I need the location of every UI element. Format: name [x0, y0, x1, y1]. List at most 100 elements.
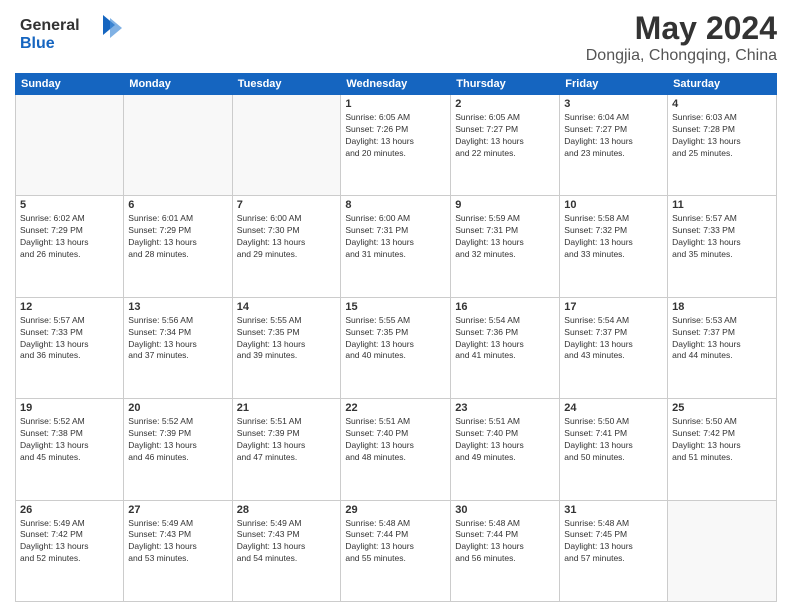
svg-text:Blue: Blue [20, 35, 55, 52]
table-cell: 15 Sunrise: 5:55 AM Sunset: 7:35 PM Dayli… [341, 297, 451, 398]
table-cell: 4 Sunrise: 6:03 AM Sunset: 7:28 PM Daylig… [668, 95, 777, 196]
day-number: 14 [237, 301, 337, 313]
table-cell: 2 Sunrise: 6:05 AM Sunset: 7:27 PM Daylig… [451, 95, 560, 196]
day-info: Sunrise: 5:56 AM Sunset: 7:34 PM Dayligh… [128, 315, 227, 363]
day-info: Sunrise: 5:51 AM Sunset: 7:40 PM Dayligh… [345, 416, 446, 464]
col-saturday: Saturday [668, 74, 777, 95]
table-cell: 17 Sunrise: 5:54 AM Sunset: 7:37 PM Dayli… [560, 297, 668, 398]
week-row-3: 12 Sunrise: 5:57 AM Sunset: 7:33 PM Dayli… [16, 297, 777, 398]
logo-svg: General Blue [15, 10, 125, 55]
day-info: Sunrise: 5:53 AM Sunset: 7:37 PM Dayligh… [672, 315, 772, 363]
day-number: 31 [564, 504, 663, 516]
day-number: 21 [237, 402, 337, 414]
day-number: 23 [455, 402, 555, 414]
week-row-2: 5 Sunrise: 6:02 AM Sunset: 7:29 PM Daylig… [16, 196, 777, 297]
table-cell: 19 Sunrise: 5:52 AM Sunset: 7:38 PM Dayli… [16, 399, 124, 500]
day-number: 25 [672, 402, 772, 414]
day-info: Sunrise: 6:03 AM Sunset: 7:28 PM Dayligh… [672, 112, 772, 160]
day-number: 20 [128, 402, 227, 414]
col-friday: Friday [560, 74, 668, 95]
day-info: Sunrise: 6:00 AM Sunset: 7:31 PM Dayligh… [345, 213, 446, 261]
day-info: Sunrise: 5:51 AM Sunset: 7:39 PM Dayligh… [237, 416, 337, 464]
day-number: 27 [128, 504, 227, 516]
table-cell: 23 Sunrise: 5:51 AM Sunset: 7:40 PM Dayli… [451, 399, 560, 500]
day-info: Sunrise: 5:51 AM Sunset: 7:40 PM Dayligh… [455, 416, 555, 464]
table-cell: 5 Sunrise: 6:02 AM Sunset: 7:29 PM Daylig… [16, 196, 124, 297]
calendar-table: Sunday Monday Tuesday Wednesday Thursday… [15, 73, 777, 602]
main-title: May 2024 [586, 10, 777, 47]
day-info: Sunrise: 5:59 AM Sunset: 7:31 PM Dayligh… [455, 213, 555, 261]
sub-title: Dongjia, Chongqing, China [586, 47, 777, 65]
day-info: Sunrise: 5:52 AM Sunset: 7:39 PM Dayligh… [128, 416, 227, 464]
day-info: Sunrise: 5:50 AM Sunset: 7:41 PM Dayligh… [564, 416, 663, 464]
day-number: 13 [128, 301, 227, 313]
day-number: 29 [345, 504, 446, 516]
table-cell: 29Sunrise: 5:48 AM Sunset: 7:44 PM Dayli… [341, 500, 451, 601]
week-row-1: 1Sunrise: 6:05 AM Sunset: 7:26 PM Daylig… [16, 95, 777, 196]
day-info: Sunrise: 6:00 AM Sunset: 7:30 PM Dayligh… [237, 213, 337, 261]
day-info: Sunrise: 5:52 AM Sunset: 7:38 PM Dayligh… [20, 416, 119, 464]
table-cell: 18 Sunrise: 5:53 AM Sunset: 7:37 PM Dayli… [668, 297, 777, 398]
day-info: Sunrise: 5:54 AM Sunset: 7:37 PM Dayligh… [564, 315, 663, 363]
day-number: 4 [672, 98, 772, 110]
day-number: 12 [20, 301, 119, 313]
day-info: Sunrise: 5:50 AM Sunset: 7:42 PM Dayligh… [672, 416, 772, 464]
week-row-5: 26Sunrise: 5:49 AM Sunset: 7:42 PM Dayli… [16, 500, 777, 601]
table-cell: 3Sunrise: 6:04 AM Sunset: 7:27 PM Daylig… [560, 95, 668, 196]
table-cell [668, 500, 777, 601]
day-info: Sunrise: 5:57 AM Sunset: 7:33 PM Dayligh… [20, 315, 119, 363]
table-cell: 31 Sunrise: 5:48 AM Sunset: 7:45 PM Dayli… [560, 500, 668, 601]
title-block: May 2024 Dongjia, Chongqing, China [586, 10, 777, 65]
col-wednesday: Wednesday [341, 74, 451, 95]
day-info: Sunrise: 5:49 AM Sunset: 7:43 PM Dayligh… [128, 518, 227, 566]
day-info: Sunrise: 5:55 AM Sunset: 7:35 PM Dayligh… [345, 315, 446, 363]
table-cell [16, 95, 124, 196]
day-info: Sunrise: 5:48 AM Sunset: 7:44 PM Dayligh… [455, 518, 555, 566]
col-monday: Monday [124, 74, 232, 95]
table-cell: 21 Sunrise: 5:51 AM Sunset: 7:39 PM Dayli… [232, 399, 341, 500]
table-cell: 30Sunrise: 5:48 AM Sunset: 7:44 PM Dayli… [451, 500, 560, 601]
col-thursday: Thursday [451, 74, 560, 95]
day-number: 16 [455, 301, 555, 313]
day-info: Sunrise: 5:48 AM Sunset: 7:45 PM Dayligh… [564, 518, 663, 566]
day-number: 11 [672, 199, 772, 211]
table-cell: 16 Sunrise: 5:54 AM Sunset: 7:36 PM Dayli… [451, 297, 560, 398]
table-cell: 27 Sunrise: 5:49 AM Sunset: 7:43 PM Dayli… [124, 500, 232, 601]
day-info: Sunrise: 6:01 AM Sunset: 7:29 PM Dayligh… [128, 213, 227, 261]
day-number: 18 [672, 301, 772, 313]
logo: General Blue [15, 10, 125, 60]
day-number: 10 [564, 199, 663, 211]
day-info: Sunrise: 6:05 AM Sunset: 7:27 PM Dayligh… [455, 112, 555, 160]
table-cell: 26Sunrise: 5:49 AM Sunset: 7:42 PM Dayli… [16, 500, 124, 601]
day-number: 7 [237, 199, 337, 211]
table-cell: 9 Sunrise: 5:59 AM Sunset: 7:31 PM Daylig… [451, 196, 560, 297]
table-cell: 12 Sunrise: 5:57 AM Sunset: 7:33 PM Dayli… [16, 297, 124, 398]
table-cell: 14 Sunrise: 5:55 AM Sunset: 7:35 PM Dayli… [232, 297, 341, 398]
col-tuesday: Tuesday [232, 74, 341, 95]
day-number: 5 [20, 199, 119, 211]
day-info: Sunrise: 6:02 AM Sunset: 7:29 PM Dayligh… [20, 213, 119, 261]
day-number: 22 [345, 402, 446, 414]
table-cell: 1Sunrise: 6:05 AM Sunset: 7:26 PM Daylig… [341, 95, 451, 196]
day-number: 17 [564, 301, 663, 313]
week-row-4: 19 Sunrise: 5:52 AM Sunset: 7:38 PM Dayli… [16, 399, 777, 500]
day-info: Sunrise: 5:54 AM Sunset: 7:36 PM Dayligh… [455, 315, 555, 363]
day-number: 15 [345, 301, 446, 313]
day-number: 8 [345, 199, 446, 211]
table-cell: 6 Sunrise: 6:01 AM Sunset: 7:29 PM Daylig… [124, 196, 232, 297]
day-number: 9 [455, 199, 555, 211]
day-number: 2 [455, 98, 555, 110]
table-cell: 20 Sunrise: 5:52 AM Sunset: 7:39 PM Dayli… [124, 399, 232, 500]
day-info: Sunrise: 6:05 AM Sunset: 7:26 PM Dayligh… [345, 112, 446, 160]
table-cell [124, 95, 232, 196]
table-cell: 7 Sunrise: 6:00 AM Sunset: 7:30 PM Daylig… [232, 196, 341, 297]
table-cell: 22 Sunrise: 5:51 AM Sunset: 7:40 PM Dayli… [341, 399, 451, 500]
page: General Blue May 2024 Dongjia, Chongqing… [0, 0, 792, 612]
header: General Blue May 2024 Dongjia, Chongqing… [15, 10, 777, 65]
day-info: Sunrise: 5:55 AM Sunset: 7:35 PM Dayligh… [237, 315, 337, 363]
day-number: 6 [128, 199, 227, 211]
day-number: 28 [237, 504, 337, 516]
day-number: 19 [20, 402, 119, 414]
table-cell [232, 95, 341, 196]
table-cell: 10Sunrise: 5:58 AM Sunset: 7:32 PM Dayli… [560, 196, 668, 297]
